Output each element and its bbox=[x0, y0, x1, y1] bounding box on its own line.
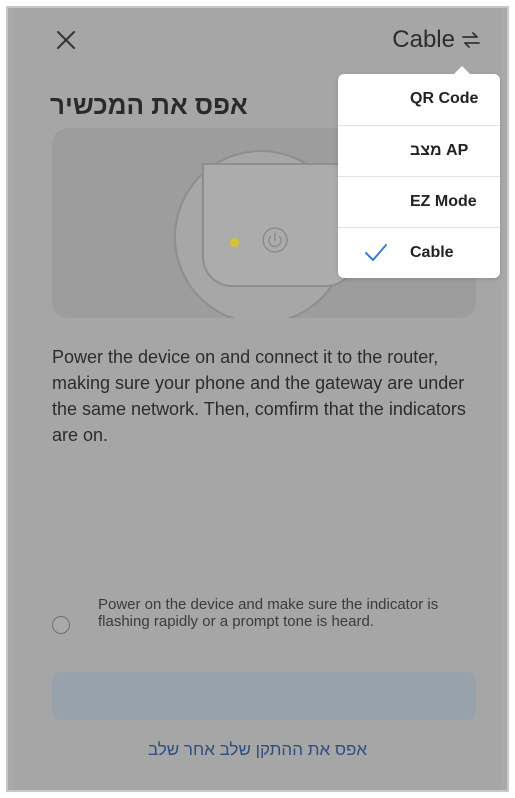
close-icon bbox=[57, 31, 75, 49]
close-button[interactable] bbox=[46, 20, 86, 60]
power-icon bbox=[262, 227, 288, 253]
next-button[interactable] bbox=[52, 672, 476, 720]
menu-item-cable[interactable]: Cable bbox=[338, 227, 500, 278]
mode-label: Cable bbox=[392, 26, 455, 53]
menu-item-label: EZ Mode bbox=[410, 193, 477, 210]
illustration-device bbox=[202, 163, 356, 287]
menu-item-ap-mode[interactable]: מצב AP bbox=[338, 125, 500, 176]
screen: Cable אפס את המכשיר Power the device on … bbox=[14, 8, 501, 790]
phone-frame: Cable אפס את המכשיר Power the device on … bbox=[6, 6, 509, 792]
menu-item-qr-code[interactable]: QR Code bbox=[338, 74, 500, 125]
mode-menu: QR Code מצב AP EZ Mode Cable bbox=[338, 66, 500, 278]
confirmation-text: Power on the device and make sure the in… bbox=[98, 596, 439, 630]
swap-icon bbox=[462, 32, 480, 48]
indicator-led bbox=[230, 238, 239, 247]
confirm-radio[interactable] bbox=[52, 616, 70, 634]
page-title: אפס את המכשיר bbox=[50, 90, 248, 120]
step-by-step-link[interactable]: אפס את ההתקן שלב אחר שלב bbox=[14, 740, 501, 760]
menu-item-label: Cable bbox=[410, 244, 454, 261]
menu-item-label: QR Code bbox=[410, 90, 479, 107]
menu-item-label: מצב AP bbox=[410, 142, 469, 159]
instructions-text: Power the device on and connect it to th… bbox=[52, 347, 466, 445]
check-icon bbox=[365, 244, 387, 261]
mode-switch-button[interactable]: Cable bbox=[392, 22, 481, 58]
menu-item-ez-mode[interactable]: EZ Mode bbox=[338, 176, 500, 227]
top-bar: Cable bbox=[14, 8, 501, 72]
